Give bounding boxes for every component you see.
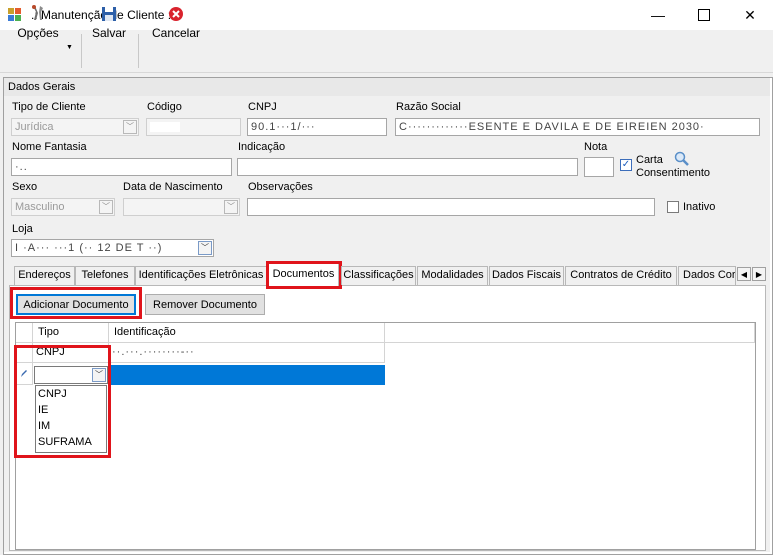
client-type-label: Tipo de Cliente [12, 101, 86, 113]
type-column-highlight [14, 345, 111, 458]
code-mask [150, 122, 180, 132]
tab-addresses[interactable]: Endereços [14, 266, 75, 285]
check-icon: ✓ [621, 159, 631, 170]
note-label: Nota [584, 141, 608, 153]
consent-letter-label-1: Carta [636, 154, 663, 166]
code-label: Código [147, 101, 182, 113]
code-field[interactable] [146, 118, 241, 136]
chevron-down-icon: ﹀ [198, 241, 212, 255]
cancel-label: Cancelar [151, 26, 201, 40]
table-row-identification[interactable]: ··.···.········-·· [109, 343, 385, 363]
maximize-icon[interactable] [681, 0, 727, 30]
column-header-filler [385, 323, 755, 343]
remove-document-button[interactable]: Remover Documento [145, 294, 265, 315]
tab-electronic-ids[interactable]: Identificações Eletrônicas [135, 266, 267, 285]
tools-icon [32, 5, 43, 20]
tab-classifications[interactable]: Classificações [341, 266, 416, 285]
note-field[interactable] [584, 157, 614, 177]
add-document-highlight [10, 287, 142, 319]
tab-tax-data[interactable]: Dados Fiscais [489, 266, 564, 285]
trade-name-value: ·.. [15, 161, 28, 173]
chevron-down-icon: ﹀ [99, 200, 113, 214]
documents-tab-highlight [266, 261, 342, 289]
observations-label: Observações [248, 181, 313, 193]
sex-value: Masculino [15, 201, 65, 213]
tab-credit-contracts[interactable]: Contratos de Crédito [565, 266, 677, 285]
client-type-value: Jurídica [15, 121, 54, 133]
client-type-select[interactable]: Jurídica ﹀ [11, 118, 139, 136]
tab-phones[interactable]: Telefones [75, 266, 135, 285]
referral-label: Indicação [238, 141, 286, 153]
column-header-type[interactable]: Tipo [33, 323, 109, 343]
group-header [4, 78, 770, 96]
birth-date-field[interactable]: ﹀ [123, 198, 240, 216]
cnpj-field[interactable]: 90.1···1/··· [247, 118, 387, 136]
company-name-value: C·············ESENTE E DAVILA E DE EIREI… [399, 121, 705, 133]
observations-field[interactable] [247, 198, 655, 216]
referral-field[interactable] [237, 158, 578, 176]
toolbar-separator [138, 34, 139, 68]
cnpj-label: CNPJ [248, 101, 277, 113]
options-button[interactable]: Opções [10, 2, 66, 40]
sex-label: Sexo [12, 181, 38, 193]
save-button[interactable]: Salvar [88, 2, 130, 40]
minimize-icon[interactable]: — [635, 0, 681, 30]
identification-value: ··.···.········-·· [112, 346, 195, 358]
cancel-icon [169, 7, 183, 21]
table-row-selected-cell[interactable] [109, 365, 385, 385]
inactive-label: Inativo [683, 201, 716, 213]
store-label: Loja [12, 223, 33, 235]
column-header-identification[interactable]: Identificação [109, 323, 385, 343]
trade-name-label: Nome Fantasia [12, 141, 87, 153]
company-name-label: Razão Social [396, 101, 461, 113]
cnpj-value: 90.1···1/··· [251, 121, 316, 133]
sex-select[interactable]: Masculino ﹀ [11, 198, 115, 216]
inactive-checkbox[interactable] [667, 201, 679, 213]
chevron-down-icon: ﹀ [123, 120, 137, 134]
toolbar-separator [81, 34, 82, 68]
save-icon [102, 7, 116, 21]
options-label: Opções [17, 26, 59, 40]
close-icon[interactable]: ✕ [727, 0, 773, 30]
tab-scroll-left-icon[interactable]: ◀ [737, 267, 751, 281]
tab-scroll-right-icon[interactable]: ▶ [752, 267, 766, 281]
tab-more-data[interactable]: Dados Cor [678, 266, 736, 285]
store-value: I ·A··· ···1 (·· 12 DE T ··) [15, 242, 163, 254]
options-dropdown-icon[interactable]: ▼ [66, 44, 73, 51]
chevron-down-icon: ﹀ [224, 200, 238, 214]
search-icon[interactable] [673, 151, 691, 170]
tab-modalities[interactable]: Modalidades [417, 266, 488, 285]
company-name-field[interactable]: C·············ESENTE E DAVILA E DE EIREI… [395, 118, 760, 136]
store-select[interactable]: I ·A··· ···1 (·· 12 DE T ··) ﹀ [11, 239, 214, 257]
trade-name-field[interactable]: ·.. [11, 158, 232, 176]
group-title: Dados Gerais [8, 81, 76, 93]
save-label: Salvar [91, 26, 126, 40]
grid-corner-header [16, 323, 33, 343]
consent-letter-checkbox[interactable]: ✓ [620, 159, 632, 171]
birth-date-label: Data de Nascimento [123, 181, 223, 193]
cancel-button[interactable]: Cancelar [148, 2, 204, 40]
